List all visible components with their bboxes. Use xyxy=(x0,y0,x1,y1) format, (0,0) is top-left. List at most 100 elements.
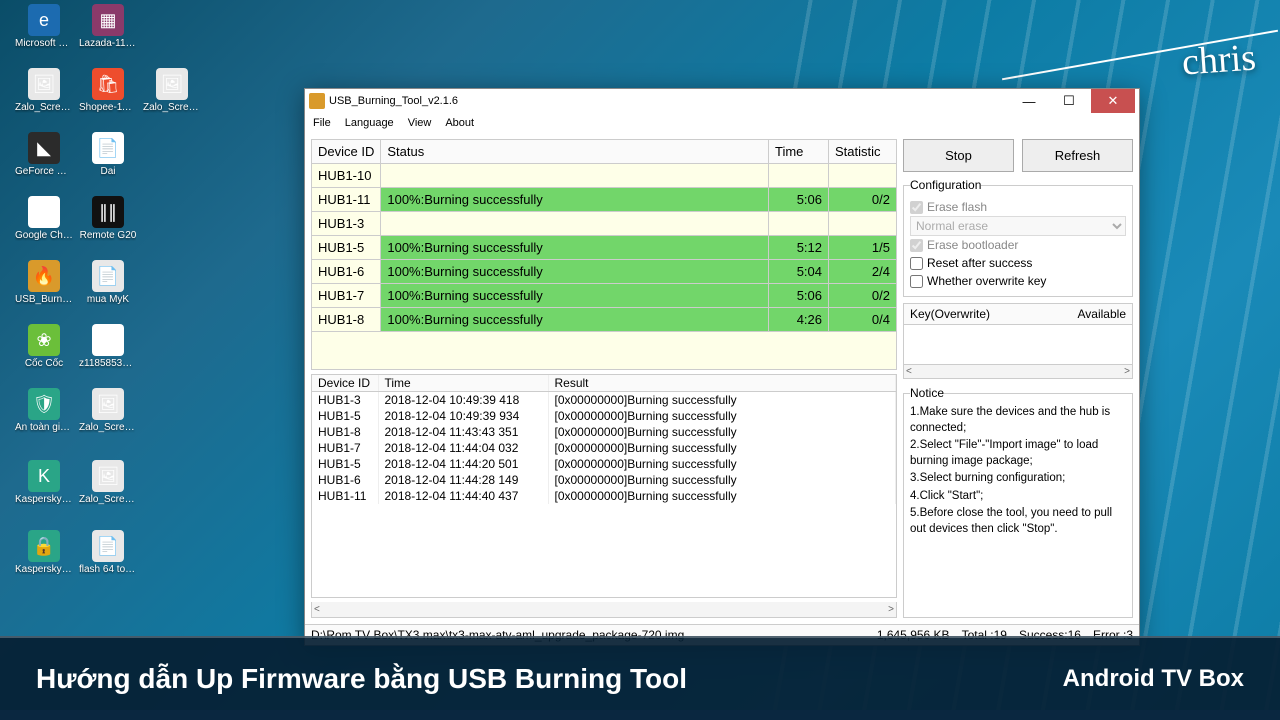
key-scrollbar[interactable]: <> xyxy=(903,365,1133,379)
cell-status: 100%:Burning successfully xyxy=(381,236,769,260)
desktop-icon[interactable]: 📄 flash 64 toshiba xyxy=(78,530,138,575)
log-row[interactable]: HUB1-6 2018-12-04 11:44:28 149 [0x000000… xyxy=(312,472,896,488)
desktop-icon[interactable]: 🖼 Zalo_Scree… xyxy=(78,460,138,505)
cell-result: [0x00000000]Burning successfully xyxy=(548,392,896,409)
log-col-result[interactable]: Result xyxy=(548,375,896,392)
erase-mode-select[interactable]: Normal erase xyxy=(910,216,1126,236)
key-col-available[interactable]: Available xyxy=(1072,304,1132,324)
menu-view[interactable]: View xyxy=(408,117,432,129)
cell-id: HUB1-5 xyxy=(312,456,378,472)
menu-about[interactable]: About xyxy=(445,117,474,129)
title-bar[interactable]: USB_Burning_Tool_v2.1.6 — ☐ ✕ xyxy=(305,89,1139,113)
key-table: Key(Overwrite) Available xyxy=(903,303,1133,365)
desktop-icon[interactable]: 🔒 Kaspersky Secure… xyxy=(14,530,74,575)
window-title: USB_Burning_Tool_v2.1.6 xyxy=(329,95,1007,107)
icon-label: Zalo_Scree… xyxy=(143,102,201,113)
col-status[interactable]: Status xyxy=(381,140,769,164)
col-time[interactable]: Time xyxy=(769,140,829,164)
cell-time xyxy=(769,164,829,188)
cell-result: [0x00000000]Burning successfully xyxy=(548,456,896,472)
notice-line: 1.Make sure the devices and the hub is c… xyxy=(910,405,1126,436)
log-col-id[interactable]: Device ID xyxy=(312,375,378,392)
cell-time: 5:12 xyxy=(769,236,829,260)
desktop-icon[interactable]: 📄 mua MyK xyxy=(78,260,138,305)
cell-id: HUB1-11 xyxy=(312,188,381,212)
log-row[interactable]: HUB1-11 2018-12-04 11:44:40 437 [0x00000… xyxy=(312,488,896,504)
app-window: USB_Burning_Tool_v2.1.6 — ☐ ✕ File Langua… xyxy=(304,88,1140,646)
log-col-time[interactable]: Time xyxy=(378,375,548,392)
close-button[interactable]: ✕ xyxy=(1091,89,1135,113)
desktop-icon[interactable]: 🛍 Shopee-11… xyxy=(78,68,138,113)
log-row[interactable]: HUB1-7 2018-12-04 11:44:04 032 [0x000000… xyxy=(312,440,896,456)
desktop-icon[interactable]: 📄 Dai xyxy=(78,132,138,177)
desktop-icon[interactable]: 🖼 Zalo_Scree… xyxy=(14,68,74,113)
desktop-icon[interactable]: 🛡 An toàn giao dịch tài chính xyxy=(14,388,74,433)
table-row[interactable]: HUB1-10 xyxy=(312,164,897,188)
icon-label: z118585333… xyxy=(79,358,137,369)
col-device-id[interactable]: Device ID xyxy=(312,140,381,164)
desktop-icon[interactable]: ❀ Cốc Cốc xyxy=(14,324,74,369)
icon-label: USB_Burni… xyxy=(15,294,73,305)
cell-time: 2018-12-04 11:44:28 149 xyxy=(378,472,548,488)
reset-after-label: Reset after success xyxy=(927,256,1032,270)
erase-flash-checkbox[interactable]: Erase flash xyxy=(910,198,1126,216)
stop-button[interactable]: Stop xyxy=(903,139,1014,172)
minimize-button[interactable]: — xyxy=(1011,89,1047,113)
cell-stat: 0/2 xyxy=(829,284,897,308)
erase-bootloader-checkbox[interactable]: Erase bootloader xyxy=(910,236,1126,254)
table-row[interactable]: HUB1-8 100%:Burning successfully 4:26 0/… xyxy=(312,308,897,332)
table-row[interactable]: HUB1-6 100%:Burning successfully 5:04 2/… xyxy=(312,260,897,284)
table-row[interactable]: HUB1-3 xyxy=(312,212,897,236)
cell-id: HUB1-7 xyxy=(312,440,378,456)
key-col-name[interactable]: Key(Overwrite) xyxy=(904,304,1072,324)
cell-status: 100%:Burning successfully xyxy=(381,188,769,212)
log-scrollbar[interactable]: <> xyxy=(311,602,897,618)
cell-time: 5:06 xyxy=(769,284,829,308)
desktop-icon[interactable]: 🖼 Zalo_Scree… xyxy=(142,68,202,113)
log-panel[interactable]: Device ID Time Result HUB1-3 2018-12-04 … xyxy=(311,374,897,598)
menu-file[interactable]: File xyxy=(313,117,331,129)
icon-label: Lazada-11.1… xyxy=(79,38,137,49)
cell-time: 5:04 xyxy=(769,260,829,284)
configuration-group: Configuration Erase flash Normal erase E… xyxy=(903,178,1133,297)
desktop-icon[interactable]: ▦ Lazada-11.1… xyxy=(78,4,138,49)
log-row[interactable]: HUB1-8 2018-12-04 11:43:43 351 [0x000000… xyxy=(312,424,896,440)
app-icon: ❀ xyxy=(28,324,60,356)
desktop-icon[interactable]: ∥∥ Remote G20 xyxy=(78,196,138,241)
table-row[interactable]: HUB1-11 100%:Burning successfully 5:06 0… xyxy=(312,188,897,212)
cell-result: [0x00000000]Burning successfully xyxy=(548,408,896,424)
maximize-button[interactable]: ☐ xyxy=(1051,89,1087,113)
menu-language[interactable]: Language xyxy=(345,117,394,129)
cell-status: 100%:Burning successfully xyxy=(381,284,769,308)
cell-time: 5:06 xyxy=(769,188,829,212)
refresh-button[interactable]: Refresh xyxy=(1022,139,1133,172)
app-icon: 🔒 xyxy=(28,530,60,562)
cell-id: HUB1-7 xyxy=(312,284,381,308)
app-icon: 🖼 xyxy=(156,68,188,100)
col-statistic[interactable]: Statistic xyxy=(829,140,897,164)
desktop-icon[interactable]: e Microsoft Edge xyxy=(14,4,74,49)
log-row[interactable]: HUB1-5 2018-12-04 10:49:39 934 [0x000000… xyxy=(312,408,896,424)
table-row[interactable]: HUB1-7 100%:Burning successfully 5:06 0/… xyxy=(312,284,897,308)
desktop-icon[interactable]: 🖼 Zalo_Scree… xyxy=(78,388,138,433)
desktop-icon[interactable]: ◉ Google Chrome xyxy=(14,196,74,241)
desktop-icon[interactable]: K Kaspersky Internet… xyxy=(14,460,74,505)
overwrite-key-checkbox[interactable]: Whether overwrite key xyxy=(910,272,1126,290)
cell-time: 2018-12-04 11:43:43 351 xyxy=(378,424,548,440)
log-row[interactable]: HUB1-5 2018-12-04 11:44:20 501 [0x000000… xyxy=(312,456,896,472)
table-row[interactable]: HUB1-5 100%:Burning successfully 5:12 1/… xyxy=(312,236,897,260)
icon-label: Google Chrome xyxy=(15,230,73,241)
reset-after-checkbox[interactable]: Reset after success xyxy=(910,254,1126,272)
log-row[interactable]: HUB1-3 2018-12-04 10:49:39 418 [0x000000… xyxy=(312,392,896,409)
app-icon: ◣ xyxy=(28,132,60,164)
overlay-title: Hướng dẫn Up Firmware bằng USB Burning T… xyxy=(36,663,687,695)
icon-label: Kaspersky Internet… xyxy=(15,494,73,505)
cell-time: 2018-12-04 11:44:20 501 xyxy=(378,456,548,472)
taskbar[interactable] xyxy=(0,710,1280,720)
desktop-icon[interactable]: 🔥 USB_Burni… xyxy=(14,260,74,305)
cell-time: 2018-12-04 10:49:39 418 xyxy=(378,392,548,409)
desktop-icon[interactable]: ▯ z118585333… xyxy=(78,324,138,369)
configuration-legend: Configuration xyxy=(910,178,981,192)
cell-time: 2018-12-04 11:44:40 437 xyxy=(378,488,548,504)
desktop-icon[interactable]: ◣ GeForce Experience xyxy=(14,132,74,177)
